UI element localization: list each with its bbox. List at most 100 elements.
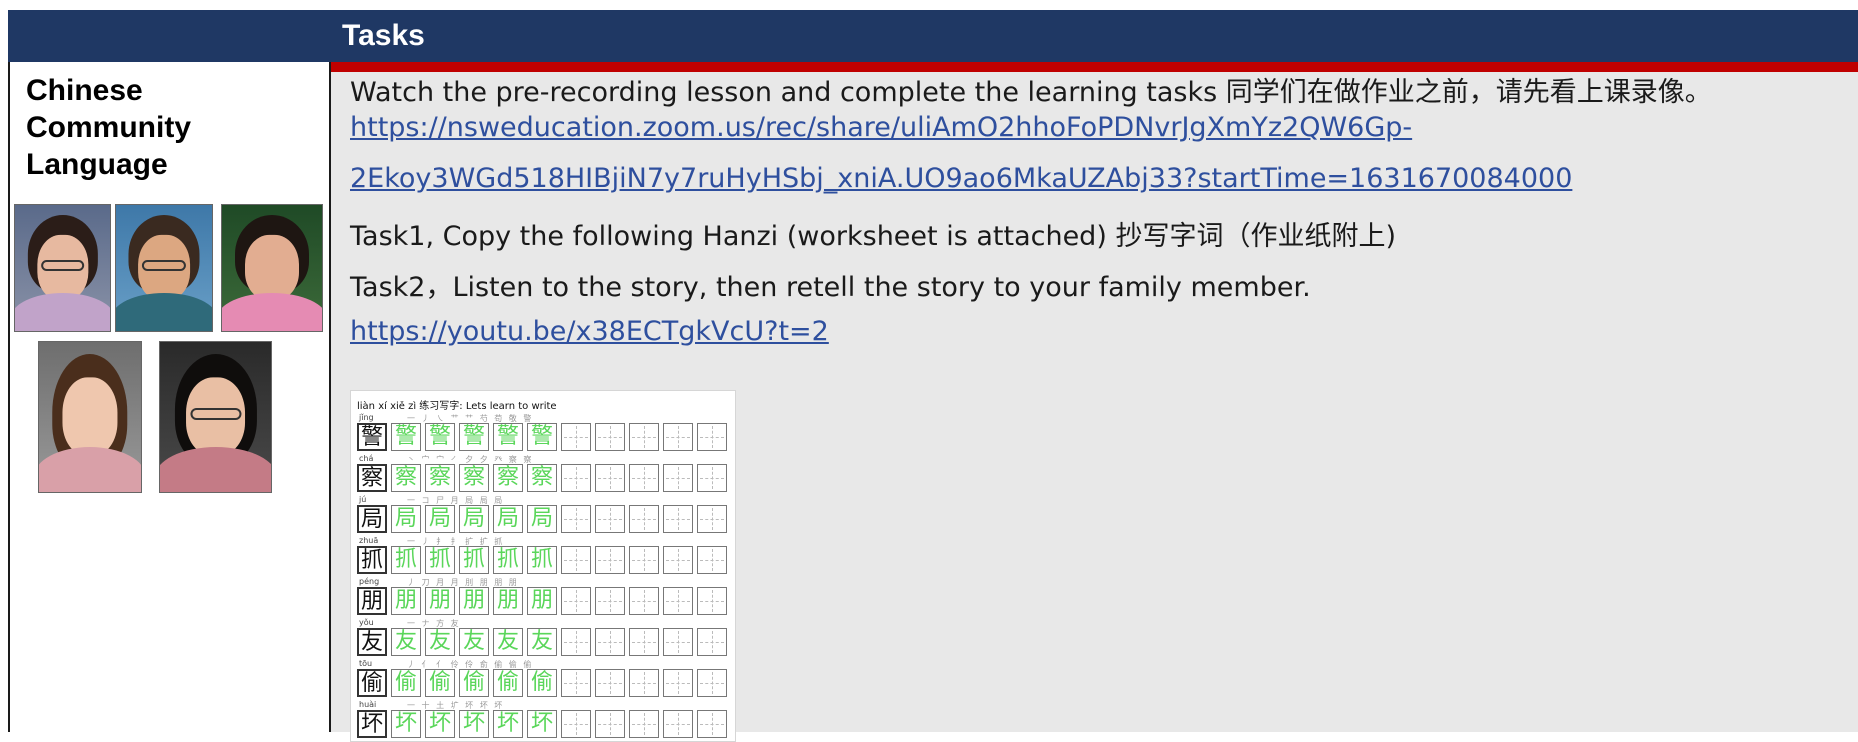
blank-cell (561, 423, 591, 451)
zoom-recording-link-continued[interactable]: 2Ekoy3WGd518HIBjiN7y7ruHyHSbj_xniA.UO9ao… (350, 163, 1572, 194)
task2-text: Task2，Listen to the story, then retell t… (350, 272, 1311, 303)
trace-character: 朋 (527, 587, 557, 615)
pinyin-label: zhuā (359, 536, 379, 545)
trace-character: 抓 (425, 546, 455, 574)
pinyin-label: chá (359, 454, 374, 463)
trace-character: 坏 (493, 710, 523, 738)
teacher-photo (159, 341, 272, 493)
blank-cell (663, 423, 693, 451)
top-margin (0, 0, 1858, 10)
trace-character: 坏 (391, 710, 421, 738)
trace-character: 察 (425, 464, 455, 492)
trace-character: 偷 (493, 669, 523, 697)
blank-cell (561, 710, 591, 738)
trace-character: 警 (527, 423, 557, 451)
worksheet-row: jú 一 コ 尸 月 局 局 局局局局局局局 (357, 495, 729, 535)
blank-cell (629, 587, 659, 615)
trace-character: 友 (493, 628, 523, 656)
trace-character: 偷 (527, 669, 557, 697)
trace-character: 抓 (391, 546, 421, 574)
trace-character: 警 (459, 423, 489, 451)
worksheet-row: zhuā 一 丿 扌 扌 扩 扩 抓抓抓抓抓抓抓 (357, 536, 729, 576)
trace-character: 抓 (527, 546, 557, 574)
zoom-recording-link[interactable]: https://nsweducation.zoom.us/rec/share/u… (350, 112, 1412, 143)
subject-line: Language (26, 148, 168, 181)
teacher-photo (115, 204, 213, 332)
blank-cell (595, 546, 625, 574)
blank-cell (595, 505, 625, 533)
blank-cell (595, 587, 625, 615)
blank-cell (697, 546, 727, 574)
youtube-story-link[interactable]: https://youtu.be/x38ECTgkVcU?t=2 (350, 316, 829, 347)
model-character: 坏 (357, 710, 387, 738)
blank-cell (663, 710, 693, 738)
worksheet-row: tōu 丿 亻 亻 伶 伶 俞 偷 偷 偷偷偷偷偷偷偷 (357, 659, 729, 699)
blank-cell (697, 628, 727, 656)
worksheet-row: yǒu 一 ナ 方 友友友友友友友 (357, 618, 729, 658)
blank-cell (629, 505, 659, 533)
trace-character: 朋 (425, 587, 455, 615)
trace-character: 局 (493, 505, 523, 533)
blank-cell (595, 710, 625, 738)
blank-cell (663, 546, 693, 574)
blank-cell (561, 505, 591, 533)
trace-character: 警 (493, 423, 523, 451)
blank-cell (561, 546, 591, 574)
blank-cell (561, 628, 591, 656)
blank-cell (663, 505, 693, 533)
blank-cell (663, 628, 693, 656)
blank-cell (629, 546, 659, 574)
trace-character: 察 (459, 464, 489, 492)
blank-cell (595, 423, 625, 451)
trace-character: 察 (391, 464, 421, 492)
trace-character: 抓 (459, 546, 489, 574)
blank-cell (629, 423, 659, 451)
blank-cell (561, 464, 591, 492)
trace-character: 朋 (391, 587, 421, 615)
task1-text: Task1, Copy the following Hanzi (workshe… (350, 221, 1396, 252)
trace-character: 抓 (493, 546, 523, 574)
blank-cell (697, 464, 727, 492)
trace-character: 友 (425, 628, 455, 656)
blank-cell (697, 423, 727, 451)
blank-cell (629, 628, 659, 656)
pinyin-label: jú (359, 495, 367, 504)
trace-character: 局 (459, 505, 489, 533)
subject-line: Chinese (26, 74, 143, 107)
lesson-table: Tasks Chinese Community Language Watch t… (8, 10, 1858, 742)
blank-cell (697, 669, 727, 697)
blank-cell (629, 464, 659, 492)
pinyin-label: péng (359, 577, 380, 586)
model-character: 偷 (357, 669, 387, 697)
subject-title: Chinese Community Language (26, 72, 316, 183)
pinyin-label: jǐng (359, 413, 374, 422)
hanzi-worksheet: liàn xí xiě zì 练习写字: Lets learn to write… (350, 390, 736, 742)
trace-character: 局 (527, 505, 557, 533)
worksheet-row: huài 一 十 土 圹 坏 坏 坏坏坏坏坏坏坏 (357, 700, 729, 740)
trace-character: 察 (527, 464, 557, 492)
blank-cell (595, 669, 625, 697)
trace-character: 警 (425, 423, 455, 451)
teacher-photo (14, 204, 111, 332)
trace-character: 警 (391, 423, 421, 451)
trace-character: 偷 (425, 669, 455, 697)
subject-column: Chinese Community Language (8, 62, 331, 732)
model-character: 抓 (357, 546, 387, 574)
trace-character: 察 (493, 464, 523, 492)
blank-cell (697, 710, 727, 738)
blank-cell (663, 587, 693, 615)
blank-cell (697, 505, 727, 533)
blank-cell (697, 587, 727, 615)
blank-cell (663, 464, 693, 492)
trace-character: 坏 (527, 710, 557, 738)
trace-character: 坏 (425, 710, 455, 738)
model-character: 朋 (357, 587, 387, 615)
blank-cell (595, 628, 625, 656)
trace-character: 坏 (459, 710, 489, 738)
worksheet-row: chá 丶 宀 宀 ㇒ 夕 夕 癶 察 察察察察察察察 (357, 454, 729, 494)
worksheet-row: péng 丿 刀 月 月 刖 朋 朋 朋朋朋朋朋朋朋 (357, 577, 729, 617)
pinyin-label: huài (359, 700, 377, 709)
worksheet-row: jǐng 一 丿 ㇏ 艹 艹 芍 苟 敬 警警警警警警警 (357, 413, 729, 453)
blank-cell (663, 669, 693, 697)
model-character: 局 (357, 505, 387, 533)
